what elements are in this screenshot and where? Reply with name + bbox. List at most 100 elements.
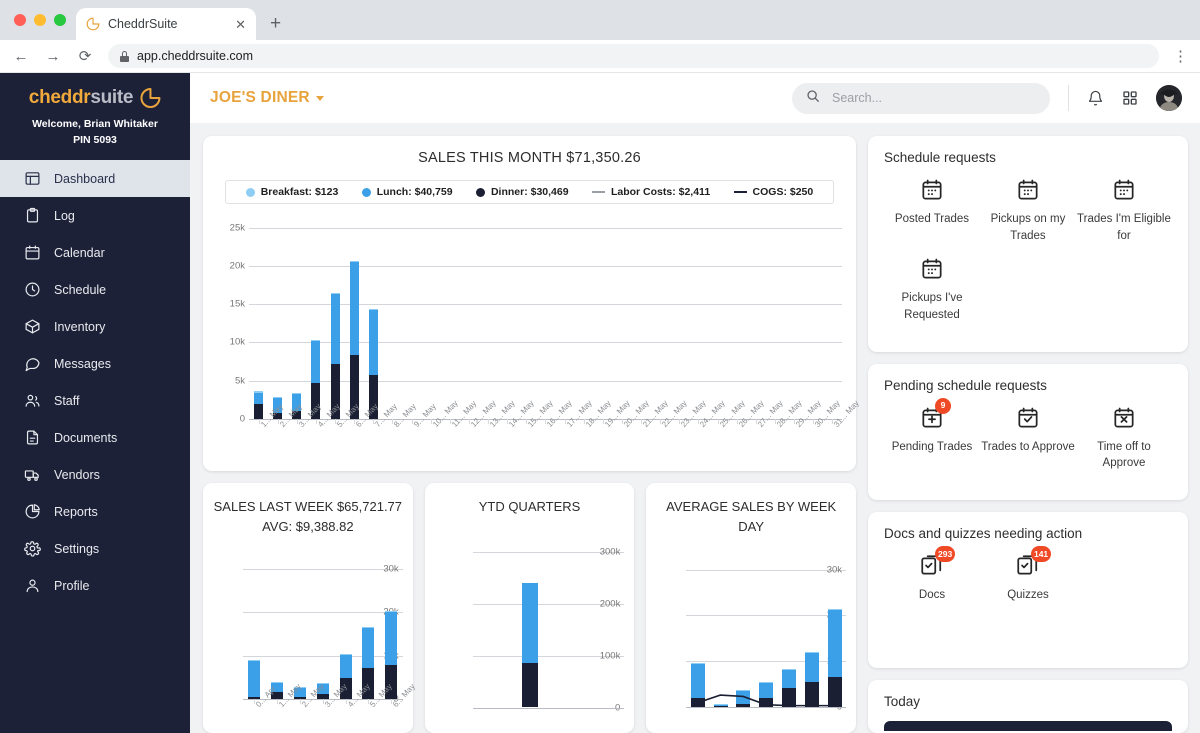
sales-last-week-chart: 010k20k30k0... Apr1... May2... May3... M…: [213, 552, 403, 733]
bar-column[interactable]: [459, 220, 478, 419]
sidebar-item-profile[interactable]: Profile: [0, 567, 190, 604]
bar-column[interactable]: [586, 536, 624, 707]
bar-column[interactable]: [555, 220, 574, 419]
bar-column[interactable]: [689, 220, 708, 419]
bar-column[interactable]: [746, 220, 765, 419]
x-axis-tick: 23... May: [670, 419, 689, 463]
bar-column[interactable]: [804, 220, 823, 419]
legend-item[interactable]: Labor Costs: $2,411: [592, 186, 710, 198]
bar-column[interactable]: [383, 220, 402, 419]
sidebar-item-documents[interactable]: Documents: [0, 419, 190, 456]
minimize-window-button[interactable]: [34, 14, 46, 26]
bar-column[interactable]: [727, 220, 746, 419]
search-box[interactable]: [792, 83, 1050, 114]
tile-posted-trades[interactable]: Posted Trades: [884, 177, 980, 244]
tile-pickups-i-ve-requested[interactable]: Pickups I've Requested: [884, 256, 980, 323]
forward-button[interactable]: →: [44, 48, 62, 65]
notifications-bell-icon[interactable]: [1087, 90, 1104, 107]
tile-quizzes[interactable]: 141Quizzes: [980, 553, 1076, 604]
organization-selector[interactable]: JOE'S DINER: [210, 89, 324, 107]
legend-item[interactable]: COGS: $250: [734, 186, 814, 198]
bar-column[interactable]: [402, 220, 421, 419]
bar-column[interactable]: [593, 220, 612, 419]
bar-column[interactable]: [380, 556, 403, 699]
sidebar-item-schedule[interactable]: Schedule: [0, 271, 190, 308]
bar-column[interactable]: [670, 220, 689, 419]
tile-pickups-on-my-trades[interactable]: Pickups on my Trades: [980, 177, 1076, 244]
sidebar-item-messages[interactable]: Messages: [0, 345, 190, 382]
sidebar-item-label: Vendors: [54, 468, 100, 482]
sidebar-item-vendors[interactable]: Vendors: [0, 456, 190, 493]
search-input[interactable]: [832, 91, 1036, 105]
bar-column[interactable]: [651, 220, 670, 419]
y-axis-tick: 0: [240, 414, 245, 425]
new-tab-button[interactable]: +: [270, 13, 281, 35]
bar-column[interactable]: [498, 220, 517, 419]
bar-column[interactable]: [708, 220, 727, 419]
bar-column[interactable]: [266, 556, 289, 699]
bar-column[interactable]: [511, 536, 549, 707]
bar-column[interactable]: [357, 556, 380, 699]
browser-tab[interactable]: CheddrSuite ✕: [76, 8, 256, 40]
sidebar-item-settings[interactable]: Settings: [0, 530, 190, 567]
bar-column[interactable]: [479, 220, 498, 419]
sidebar-item-log[interactable]: Log: [0, 197, 190, 234]
bar-column[interactable]: [364, 220, 383, 419]
docs-quizzes-title: Docs and quizzes needing action: [884, 526, 1172, 541]
bar-column[interactable]: [306, 220, 325, 419]
back-button[interactable]: ←: [12, 48, 30, 65]
bar-column[interactable]: [326, 220, 345, 419]
sales-last-week-subtitle: AVG: $9,388.82: [213, 517, 403, 537]
tile-pending-trades[interactable]: 9Pending Trades: [884, 405, 980, 472]
bar-column[interactable]: [517, 220, 536, 419]
bar-column[interactable]: [765, 220, 784, 419]
bar-column[interactable]: [334, 556, 357, 699]
sidebar-item-staff[interactable]: Staff: [0, 382, 190, 419]
toolbar-divider: [1068, 85, 1069, 111]
bar-column[interactable]: [574, 220, 593, 419]
bar-column[interactable]: [345, 220, 364, 419]
bar-column[interactable]: [785, 220, 804, 419]
reload-button[interactable]: ⟳: [76, 47, 94, 65]
legend-item[interactable]: Breakfast: $123: [246, 186, 339, 198]
bar-column[interactable]: [612, 220, 631, 419]
bar-column[interactable]: [823, 220, 842, 419]
close-window-button[interactable]: [14, 14, 26, 26]
logo-text: cheddrsuite: [29, 87, 133, 109]
sidebar-item-calendar[interactable]: Calendar: [0, 234, 190, 271]
calendar-dots-icon: [919, 256, 945, 282]
bar-column[interactable]: [440, 220, 459, 419]
bar-column[interactable]: [536, 220, 555, 419]
bar-column[interactable]: [549, 536, 587, 707]
bar-column[interactable]: [268, 220, 287, 419]
x-axis-tick: 2... May: [268, 419, 287, 463]
tile-trades-to-approve[interactable]: Trades to Approve: [980, 405, 1076, 472]
bar-column[interactable]: [289, 556, 312, 699]
address-bar[interactable]: app.cheddrsuite.com: [108, 44, 1159, 68]
avatar[interactable]: [1156, 85, 1182, 111]
bar-column[interactable]: [287, 220, 306, 419]
maximize-window-button[interactable]: [54, 14, 66, 26]
tile-trades-i-m-eligible-for[interactable]: Trades I'm Eligible for: [1076, 177, 1172, 244]
tile-time-off-to-approve[interactable]: Time off to Approve: [1076, 405, 1172, 472]
sidebar-item-reports[interactable]: Reports: [0, 493, 190, 530]
x-axis-tick: 3... May: [311, 699, 334, 733]
today-shift-bar[interactable]: [884, 721, 1172, 731]
bar-segment-dinner: [522, 663, 538, 707]
bar-column[interactable]: [311, 556, 334, 699]
close-tab-button[interactable]: ✕: [235, 18, 246, 31]
bar-column[interactable]: [243, 556, 266, 699]
sidebar-item-inventory[interactable]: Inventory: [0, 308, 190, 345]
apps-grid-icon[interactable]: [1122, 90, 1138, 106]
sidebar-item-dashboard[interactable]: Dashboard: [0, 160, 190, 197]
bar-column[interactable]: [473, 536, 511, 707]
bar-column[interactable]: [249, 220, 268, 419]
bar-column[interactable]: [421, 220, 440, 419]
legend-item[interactable]: Dinner: $30,469: [476, 186, 569, 198]
ytd-quarters-title: YTD QUARTERS: [435, 497, 625, 517]
tile-docs[interactable]: 293Docs: [884, 553, 980, 604]
browser-menu-button[interactable]: ⋮: [1173, 47, 1188, 65]
legend-item[interactable]: Lunch: $40,759: [362, 186, 453, 198]
bar-column[interactable]: [632, 220, 651, 419]
tile-label: Quizzes: [1007, 587, 1049, 604]
